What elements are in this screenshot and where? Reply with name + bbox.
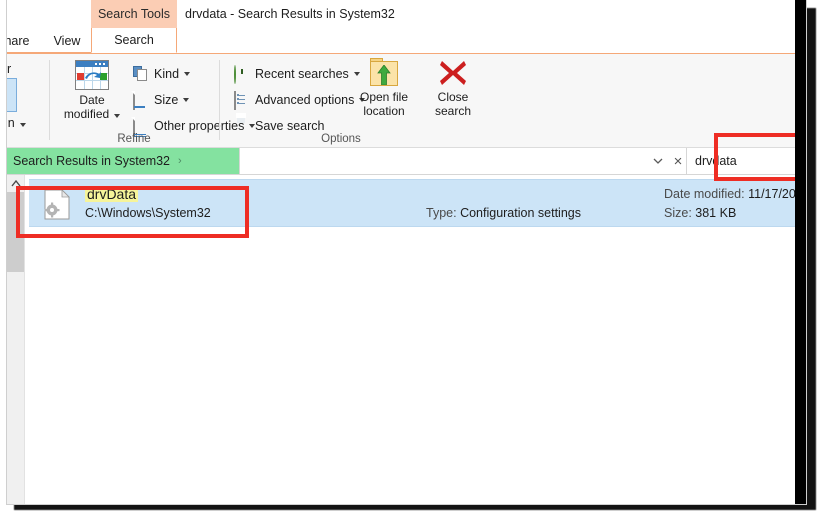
recent-searches-button[interactable]: Recent searches [234, 64, 360, 84]
file-date-modified: Date modified: 11/17/2016 10:10 [664, 187, 807, 201]
type-key-label: Type: [426, 206, 457, 220]
breadcrumb-chevron-icon[interactable]: › [178, 155, 182, 167]
chevron-down-icon [183, 98, 189, 102]
date-modified-label-line2: modified [61, 107, 123, 121]
ribbon-tab-row: hare View Search [7, 28, 806, 54]
title-bar: Search Tools drvdata - Search Results in… [7, 0, 806, 28]
contextual-tab-group-search-tools: Search Tools [91, 0, 177, 28]
save-search-icon [234, 118, 250, 134]
advanced-options-icon [234, 92, 250, 108]
file-type: Type: Configuration settings [426, 206, 581, 220]
ribbon-group-location-partial: r in [7, 54, 49, 147]
tab-search-label: Search [114, 33, 154, 47]
tab-search[interactable]: Search [91, 28, 177, 53]
recent-searches-icon [234, 66, 250, 82]
address-bar-row: Search Results in System32 › × drvdata [7, 148, 806, 175]
scroll-up-arrow-icon[interactable] [7, 175, 24, 192]
window-title: drvdata - Search Results in System32 [185, 0, 395, 28]
date-modified-button[interactable]: Date modified [61, 60, 123, 121]
location-group-fragment-top: r [7, 62, 11, 76]
close-icon[interactable]: × [669, 152, 687, 170]
file-explorer-window: Search Tools drvdata - Search Results in… [6, 0, 807, 505]
date-key-label: Date modified: [664, 187, 745, 201]
date-modified-label-line1: Date [61, 93, 123, 107]
kind-button[interactable]: Kind [133, 64, 190, 84]
chevron-down-icon [114, 114, 120, 118]
file-name: drvData [85, 186, 138, 202]
refresh-arrow-icon [84, 70, 102, 80]
size-label: Size [154, 93, 178, 107]
advanced-options-button[interactable]: Advanced options [234, 90, 365, 110]
tab-view[interactable]: View [43, 28, 91, 53]
address-bar-empty-area[interactable] [239, 148, 687, 174]
red-x-icon [438, 58, 468, 88]
screenshot-canvas: Search Tools drvdata - Search Results in… [0, 0, 827, 524]
kind-label: Kind [154, 67, 179, 81]
location-group-fragment-bottom[interactable]: in [6, 116, 26, 130]
folder-up-icon [366, 58, 402, 88]
navigation-pane-scrollbar[interactable] [7, 175, 25, 505]
recent-searches-label: Recent searches [255, 67, 349, 81]
window-right-edge-shadow [795, 0, 806, 505]
ribbon: r in [7, 54, 806, 148]
results-list: drvData C:\Windows\System32 Type: Config… [25, 175, 806, 505]
search-input-value: drvdata [695, 154, 737, 168]
size-icon [133, 92, 149, 108]
type-value: Configuration settings [460, 206, 581, 220]
save-search-label: Save search [255, 119, 324, 133]
size-value: 381 KB [695, 206, 736, 220]
kind-icon [133, 66, 149, 82]
tab-share-label: hare [6, 34, 30, 48]
breadcrumb-label: Search Results in System32 [13, 154, 170, 168]
file-size: Size: 381 KB [664, 206, 736, 220]
scrollbar-thumb[interactable] [7, 192, 24, 272]
other-properties-icon [133, 118, 149, 134]
close-search-button[interactable]: Close search [424, 58, 482, 118]
close-search-label-line2: search [424, 104, 482, 118]
open-file-location-label-line1: Open file [350, 90, 418, 104]
table-row[interactable]: drvData C:\Windows\System32 Type: Config… [29, 179, 806, 227]
size-key-label: Size: [664, 206, 692, 220]
open-file-location-button[interactable]: Open file location [350, 58, 418, 118]
contextual-tab-group-label: Search Tools [98, 7, 170, 21]
chevron-down-icon [20, 123, 26, 127]
ribbon-group-refine: Date modified Kind Size [49, 54, 219, 147]
ribbon-group-refine-label: Refine [49, 133, 219, 145]
ribbon-group-options: Recent searches Advanced options [220, 54, 462, 147]
close-search-label-line1: Close [424, 90, 482, 104]
advanced-options-label: Advanced options [255, 93, 354, 107]
ribbon-group-options-label: Options [220, 133, 462, 145]
tab-share[interactable]: hare [6, 28, 43, 53]
chevron-down-icon[interactable] [650, 153, 666, 169]
open-file-location-label-line2: location [350, 104, 418, 118]
chevron-down-icon [184, 72, 190, 76]
size-button[interactable]: Size [133, 90, 189, 110]
tab-view-label: View [54, 34, 81, 48]
breadcrumb[interactable]: Search Results in System32 › [7, 148, 239, 174]
content-area: drvData C:\Windows\System32 Type: Config… [7, 175, 806, 505]
green-up-arrow-icon [377, 65, 391, 85]
configuration-settings-file-icon [44, 189, 70, 220]
calendar-icon [75, 60, 109, 90]
location-selected-button[interactable] [6, 78, 17, 112]
search-input[interactable]: drvdata [686, 148, 806, 174]
file-path: C:\Windows\System32 [85, 206, 211, 220]
